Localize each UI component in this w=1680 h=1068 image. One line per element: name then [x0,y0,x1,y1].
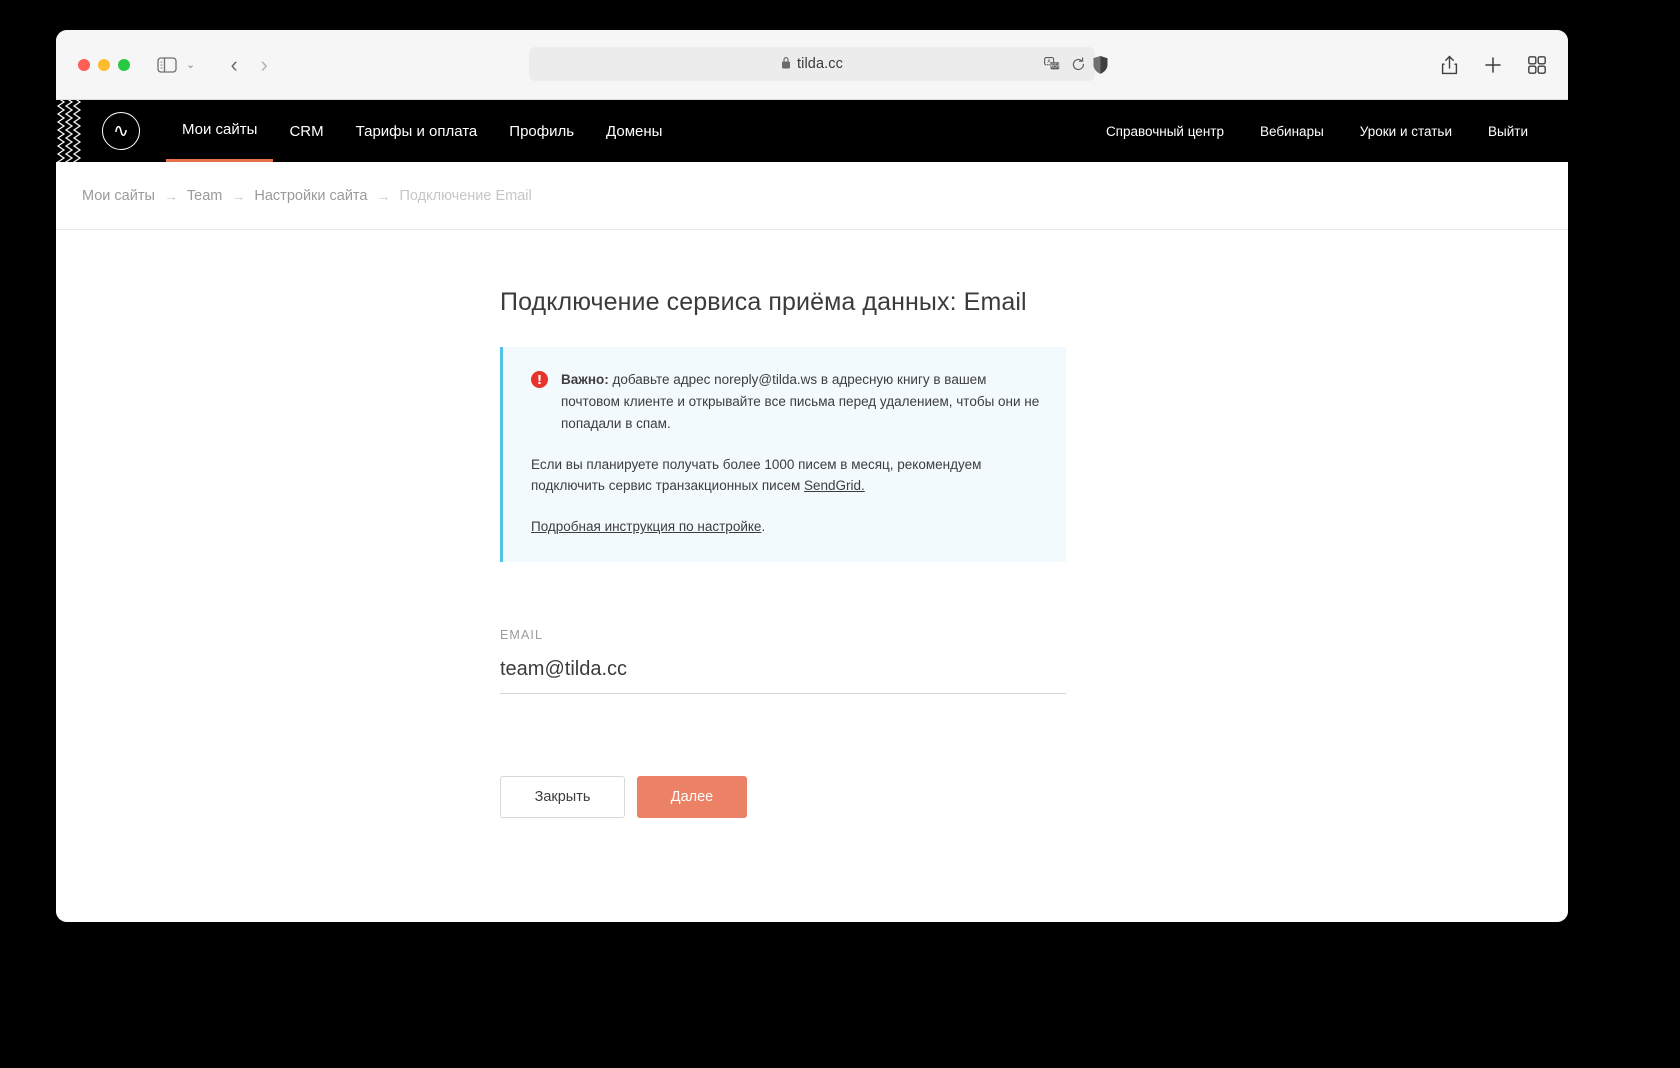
email-field-label: EMAIL [500,628,544,643]
notice-strong-label: Важно: [561,372,609,387]
browser-window: ⌄ ‹ › tilda.cc A \u6587 [56,30,1568,922]
tilda-logo[interactable]: ∿ [102,112,140,150]
svg-text:\u6587: \u6587 [1046,64,1060,70]
window-controls [78,58,130,71]
alert-icon: ! [531,371,548,388]
nav-item-crm[interactable]: CRM [273,100,339,162]
browser-toolbar-right [1441,55,1546,75]
page-body: Подключение сервиса приёма данных: Email… [56,230,1568,922]
chevron-down-icon[interactable]: ⌄ [180,58,201,71]
share-icon[interactable] [1441,55,1458,75]
site-top-navigation: ∿ Мои сайты CRM Тарифы и оплата Профиль … [56,100,1568,162]
breadcrumb-item-current: Подключение Email [399,187,532,204]
notice-paragraph-important: ! Важно: добавьте адрес noreply@tilda.ws … [531,369,1040,435]
back-button[interactable]: ‹ [219,52,249,78]
nav-item-pricing[interactable]: Тарифы и оплата [340,100,494,162]
nav-item-profile[interactable]: Профиль [493,100,590,162]
breadcrumb-item-site-settings[interactable]: Настройки сайта [254,188,367,204]
breadcrumb-separator: → [376,187,391,204]
notice-paragraph-instruction: Подробная инструкция по настройке. [531,516,1040,538]
reload-icon[interactable] [1071,56,1086,72]
notice-text-line3-suffix: . [761,519,766,535]
form-container: Подключение сервиса приёма данных: Email… [500,230,1066,819]
url-text: tilda.cc [797,56,843,72]
notice-paragraph-sendgrid: Если вы планируете получать более 1000 п… [531,454,1040,498]
breadcrumb: Мои сайты → Team → Настройки сайта → Под… [56,162,1568,230]
detailed-instruction-link[interactable]: Подробная инструкция по настройке [531,519,761,534]
email-field-group: EMAIL [500,628,1066,695]
breadcrumb-item-my-sites[interactable]: Мои сайты [82,188,155,204]
shield-icon[interactable] [1092,55,1109,75]
email-input[interactable] [500,658,1066,695]
top-nav-right: Справочный центр Вебинары Уроки и статьи… [1088,100,1568,162]
browser-toolbar: ⌄ ‹ › tilda.cc A \u6587 [56,30,1568,100]
address-bar[interactable]: tilda.cc A \u6587 [529,47,1095,81]
grid-icon[interactable] [1528,55,1546,74]
forward-button[interactable]: › [249,52,279,78]
important-notice: ! Важно: добавьте адрес noreply@tilda.ws … [500,347,1066,563]
notice-text-line1: добавьте адрес noreply@tilda.ws в адресн… [561,372,1040,431]
address-bar-actions: A \u6587 [1044,47,1086,81]
next-button[interactable]: Далее [637,776,747,819]
nav-item-domains[interactable]: Домены [590,100,678,162]
zigzag-decoration [56,100,86,162]
maximize-window-button[interactable] [118,58,130,71]
nav-item-my-sites[interactable]: Мои сайты [166,100,274,162]
close-button[interactable]: Закрыть [500,776,625,819]
breadcrumb-separator: → [163,187,178,204]
translate-icon[interactable]: A \u6587 [1044,57,1060,71]
minimize-window-button[interactable] [98,58,110,71]
sendgrid-link[interactable]: SendGrid. [804,478,865,493]
notice-text-line2: Если вы планируете получать более 1000 п… [531,456,982,494]
top-nav-left: ∿ Мои сайты CRM Тарифы и оплата Профиль … [86,100,678,162]
nav-item-webinars[interactable]: Вебинары [1242,100,1342,162]
lock-icon [781,56,791,72]
page-title: Подключение сервиса приёма данных: Email [500,288,1027,316]
form-actions: Закрыть Далее [500,776,1066,819]
sidebar-toggle-icon[interactable] [156,56,178,74]
nav-item-help-center[interactable]: Справочный центр [1088,100,1242,162]
breadcrumb-separator: → [231,187,246,204]
breadcrumb-item-team[interactable]: Team [187,188,222,204]
nav-item-logout[interactable]: Выйти [1470,100,1546,162]
plus-icon[interactable] [1484,56,1502,74]
nav-item-lessons[interactable]: Уроки и статьи [1342,100,1470,162]
close-window-button[interactable] [78,58,90,71]
